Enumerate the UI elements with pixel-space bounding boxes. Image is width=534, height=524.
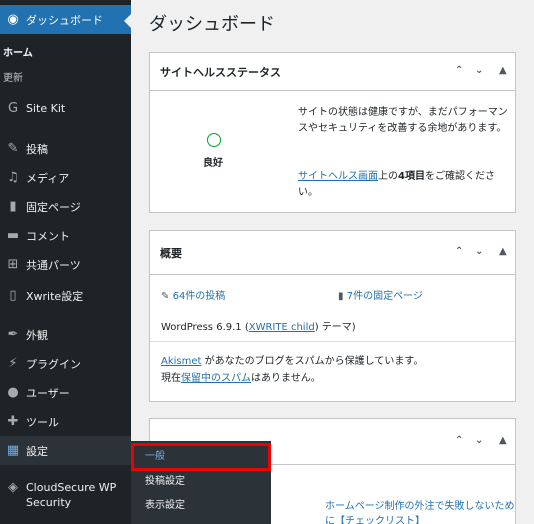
- triangle-up-icon[interactable]: ▲: [499, 435, 507, 446]
- pin-icon: ✎: [7, 141, 19, 156]
- chevron-up-icon[interactable]: ⌃: [455, 65, 463, 76]
- at-a-glance-widget: 概要 ⌃ ⌄ ▲ ✎ 64件の投稿 ▮ 7件の固定ページ WordPress 6…: [149, 230, 516, 402]
- widget-title: サイトヘルスステータス: [160, 65, 281, 79]
- sidebar-item-label: コメント: [26, 229, 70, 243]
- sidebar-item-label: 固定ページ: [26, 200, 81, 214]
- wrench-icon: ✚: [7, 414, 19, 429]
- sidebar-item-label: 外観: [26, 328, 48, 342]
- sidebar-item-posts[interactable]: ✎ 投稿: [0, 134, 131, 163]
- item-count: 4項目: [398, 171, 425, 182]
- widget-title: 概要: [160, 246, 182, 260]
- sidebar-item-comments[interactable]: ▬ コメント: [0, 221, 131, 250]
- shield-icon: ◈: [8, 480, 18, 495]
- posts-link[interactable]: 64件の投稿: [173, 291, 226, 302]
- triangle-up-icon[interactable]: ▲: [499, 246, 507, 257]
- sidebar-item-dashboard[interactable]: ◉ ダッシュボード: [0, 5, 132, 34]
- status-circle-icon: [207, 133, 221, 147]
- settings-flyout-menu: 一般 投稿設定 表示設定: [131, 441, 271, 524]
- chevron-down-icon[interactable]: ⌄: [475, 246, 483, 257]
- site-health-link[interactable]: サイトヘルス画面: [298, 171, 378, 182]
- sidebar-item-label: 投稿: [26, 142, 48, 156]
- text: 現在: [161, 373, 181, 384]
- posts-count[interactable]: ✎ 64件の投稿: [161, 287, 225, 302]
- health-recommendation: サイトヘルス画面上の4項目をご確認ください。: [298, 169, 508, 201]
- akismet-link[interactable]: Akismet: [161, 356, 201, 367]
- sidebar-item-label: プラグイン: [26, 357, 81, 371]
- submenu-home[interactable]: ホーム: [0, 44, 33, 59]
- text: ) テーマ): [314, 322, 356, 333]
- chevron-down-icon[interactable]: ⌄: [475, 65, 483, 76]
- sidebar-item-label: Site Kit: [26, 102, 66, 115]
- submenu-updates[interactable]: 更新: [0, 69, 23, 84]
- sidebar-item-tools[interactable]: ✚ ツール: [0, 407, 131, 436]
- brush-icon: ✒: [7, 327, 19, 342]
- text: WordPress 6.9.1 (: [161, 322, 249, 333]
- flyout-item-reading[interactable]: 表示設定: [131, 494, 271, 518]
- page-icon: ▮: [338, 291, 344, 302]
- health-description: サイトの状態は健康ですが、まだパフォーマンスやセキュリティを改善する余地がありま…: [298, 107, 508, 134]
- pages-count[interactable]: ▮ 7件の固定ページ: [338, 287, 423, 302]
- flyout-item-general[interactable]: 一般: [131, 443, 271, 471]
- sidebar-item-label: ツール: [26, 415, 59, 429]
- plug-icon: ⚡: [8, 356, 18, 371]
- text: があなたのブログをスパムから保護しています。: [201, 356, 424, 367]
- settings-icon: ▦: [6, 443, 20, 458]
- flyout-item-writing[interactable]: 投稿設定: [131, 470, 271, 494]
- sidebar-item-label: メディア: [26, 171, 70, 185]
- book-icon: ▯: [9, 288, 17, 303]
- google-g-icon: G: [7, 101, 19, 116]
- wp-version: WordPress 6.9.1 (XWRITE child) テーマ): [161, 318, 356, 333]
- page-title: ダッシュボード: [149, 14, 275, 35]
- sidebar-item-label: ユーザー: [26, 386, 70, 400]
- sidebar-item-label: CloudSecure WP Security: [26, 481, 117, 509]
- sidebar-item-media[interactable]: ♫ メディア: [0, 163, 131, 192]
- pages-link[interactable]: 7件の固定ページ: [347, 291, 423, 302]
- chevron-down-icon[interactable]: ⌄: [475, 435, 483, 446]
- widget-header: 概要 ⌃ ⌄ ▲: [150, 231, 515, 275]
- pin-icon: ✎: [161, 291, 170, 302]
- dashboard-icon: ◉: [7, 12, 19, 27]
- comment-icon: ▬: [6, 228, 20, 243]
- sidebar-item-common-parts[interactable]: ⊞ 共通パーツ: [0, 250, 131, 279]
- chevron-up-icon[interactable]: ⌃: [455, 246, 463, 257]
- theme-link[interactable]: XWRITE child: [249, 322, 315, 333]
- sidebar-item-site-kit[interactable]: G Site Kit: [0, 94, 131, 123]
- media-icon: ♫: [7, 170, 19, 185]
- akismet-status: Akismet があなたのブログをスパムから保護しています。 現在保留中のスパム…: [161, 353, 423, 387]
- grid-icon: ⊞: [7, 257, 19, 272]
- sidebar-item-label: Xwrite設定: [26, 289, 84, 303]
- divider: [150, 341, 515, 342]
- page-icon: ▮: [9, 199, 17, 214]
- admin-sidebar: ◉ ダッシュボード ホーム 更新 G Site Kit ✎ 投稿 ♫ メディア ▮ 固定…: [0, 0, 132, 524]
- sidebar-item-label: 共通パーツ: [26, 258, 81, 272]
- sidebar-item-users[interactable]: ● ユーザー: [0, 378, 131, 407]
- sidebar-item-settings[interactable]: ▦ 設定: [0, 436, 131, 465]
- text: 上の: [378, 171, 398, 182]
- spam-link[interactable]: 保留中のスパム: [181, 373, 251, 384]
- sidebar-item-plugins[interactable]: ⚡ プラグイン: [0, 349, 131, 378]
- site-health-widget: サイトヘルスステータス ⌃ ⌄ ▲ 良好 サイトの状態は健康ですが、まだパフォー…: [149, 52, 516, 213]
- health-status: 良好: [203, 158, 223, 169]
- article-link[interactable]: ホームページ制作の外注で失敗しないために【チェックリスト】: [325, 499, 515, 524]
- widget-header: サイトヘルスステータス ⌃ ⌄ ▲: [150, 53, 515, 91]
- sidebar-item-pages[interactable]: ▮ 固定ページ: [0, 192, 131, 221]
- sidebar-item-xwrite[interactable]: ▯ Xwrite設定: [0, 281, 131, 310]
- text: はありません。: [251, 373, 321, 384]
- chevron-up-icon[interactable]: ⌃: [455, 435, 463, 446]
- sidebar-item-appearance[interactable]: ✒ 外観: [0, 320, 131, 349]
- triangle-up-icon[interactable]: ▲: [499, 65, 507, 76]
- sidebar-item-cloudsecure[interactable]: ◈ CloudSecure WP Security: [0, 480, 131, 520]
- sidebar-item-label: 設定: [26, 444, 48, 458]
- user-icon: ●: [7, 385, 19, 400]
- sidebar-item-label: ダッシュボード: [26, 13, 103, 27]
